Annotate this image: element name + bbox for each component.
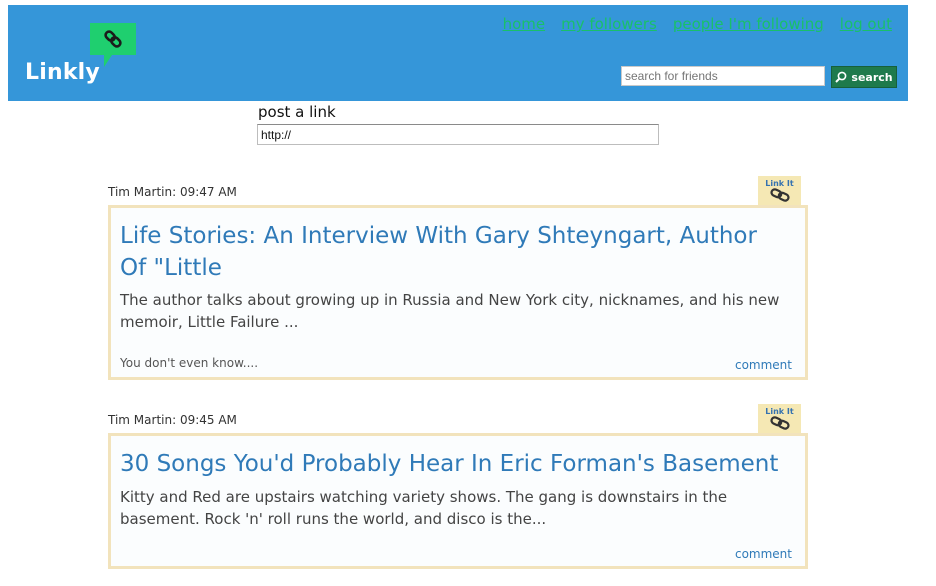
search-input[interactable]: [621, 66, 825, 86]
link-it-label: Link It: [765, 179, 794, 188]
post-card: 30 Songs You'd Probably Hear In Eric For…: [108, 433, 808, 569]
site-header: Linkly home my followers people I'm foll…: [8, 5, 908, 101]
magnifier-icon: [835, 71, 847, 83]
link-it-button[interactable]: Link It: [758, 404, 801, 435]
post-meta: Tim Martin: 09:47 AM: [108, 185, 237, 199]
nav-home-link[interactable]: home: [503, 15, 546, 33]
link-it-label: Link It: [765, 407, 794, 416]
post-card: Life Stories: An Interview With Gary Sht…: [108, 205, 808, 380]
post-link-input[interactable]: [257, 124, 659, 145]
post-meta: Tim Martin: 09:45 AM: [108, 413, 237, 427]
post-link-label: post a link: [258, 103, 336, 121]
link-it-button[interactable]: Link It: [758, 176, 801, 207]
post-title-link[interactable]: 30 Songs You'd Probably Hear In Eric For…: [120, 448, 780, 480]
chain-link-icon: [769, 416, 790, 430]
search-button[interactable]: search: [831, 66, 897, 88]
post-description: The author talks about growing up in Rus…: [120, 291, 780, 331]
search-button-label: search: [851, 70, 893, 84]
comment-link[interactable]: comment: [735, 358, 792, 372]
nav-followers-link[interactable]: my followers: [561, 15, 657, 33]
nav-following-link[interactable]: people I'm following: [673, 15, 824, 33]
brand-logo[interactable]: Linkly: [25, 60, 100, 85]
top-nav: home my followers people I'm following l…: [503, 15, 892, 33]
post-note: You don't even know....: [120, 356, 259, 370]
post-title-link[interactable]: Life Stories: An Interview With Gary Sht…: [120, 220, 780, 284]
post-description: Kitty and Red are upstairs watching vari…: [120, 488, 728, 528]
comment-link[interactable]: comment: [735, 547, 792, 561]
nav-logout-link[interactable]: log out: [840, 15, 892, 33]
chain-link-icon: [769, 188, 790, 202]
